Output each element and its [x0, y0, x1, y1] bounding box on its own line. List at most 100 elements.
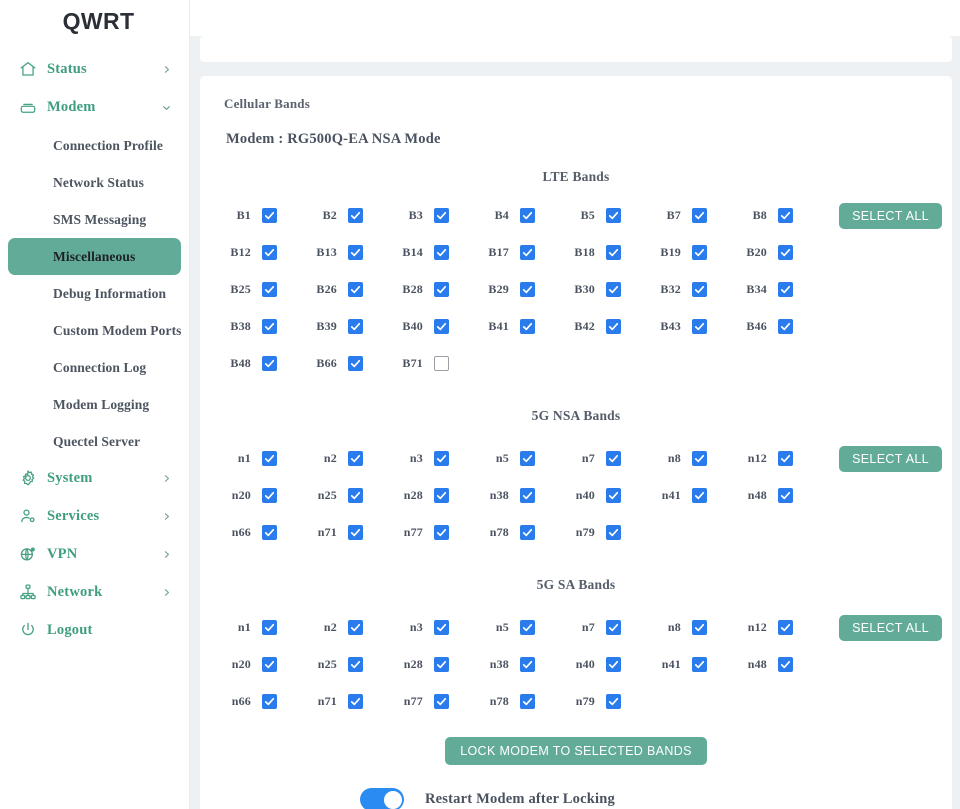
band-checkbox-B5[interactable]: [606, 208, 621, 223]
band-checkbox-B46[interactable]: [778, 319, 793, 334]
band-checkbox-n41[interactable]: [692, 657, 707, 672]
band-checkbox-B41[interactable]: [520, 319, 535, 334]
sidebar-item-modem[interactable]: Modem: [8, 89, 181, 125]
band-checkbox-B19[interactable]: [692, 245, 707, 260]
band-checkbox-n3[interactable]: [434, 451, 449, 466]
band-checkbox-n12[interactable]: [778, 451, 793, 466]
sidebar-subitem-custom-modem-ports[interactable]: Custom Modem Ports: [8, 312, 181, 349]
band-checkbox-B13[interactable]: [348, 245, 363, 260]
band-checkbox-n48[interactable]: [778, 488, 793, 503]
sidebar-subitem-connection-profile[interactable]: Connection Profile: [8, 127, 181, 164]
band-checkbox-B17[interactable]: [520, 245, 535, 260]
band-checkbox-n1[interactable]: [262, 451, 277, 466]
band-checkbox-n40[interactable]: [606, 488, 621, 503]
band-checkbox-B39[interactable]: [348, 319, 363, 334]
band-checkbox-B26[interactable]: [348, 282, 363, 297]
band-checkbox-B42[interactable]: [606, 319, 621, 334]
band-checkbox-B2[interactable]: [348, 208, 363, 223]
band-checkbox-n79[interactable]: [606, 525, 621, 540]
band-checkbox-n77[interactable]: [434, 525, 449, 540]
band-cell-n25: n25: [306, 488, 392, 503]
band-checkbox-B29[interactable]: [520, 282, 535, 297]
band-checkbox-B18[interactable]: [606, 245, 621, 260]
band-checkbox-B48[interactable]: [262, 356, 277, 371]
band-checkbox-B32[interactable]: [692, 282, 707, 297]
band-checkbox-n38[interactable]: [520, 488, 535, 503]
band-checkbox-n66[interactable]: [262, 525, 277, 540]
band-checkbox-n20[interactable]: [262, 657, 277, 672]
band-checkbox-B38[interactable]: [262, 319, 277, 334]
sidebar-subitem-debug-information[interactable]: Debug Information: [8, 275, 181, 312]
band-checkbox-n12[interactable]: [778, 620, 793, 635]
band-checkbox-n3[interactable]: [434, 620, 449, 635]
band-checkbox-n41[interactable]: [692, 488, 707, 503]
band-checkbox-n1[interactable]: [262, 620, 277, 635]
band-checkbox-n28[interactable]: [434, 657, 449, 672]
band-label: n71: [306, 694, 348, 709]
band-checkbox-n7[interactable]: [606, 620, 621, 635]
band-checkbox-B40[interactable]: [434, 319, 449, 334]
band-checkbox-B66[interactable]: [348, 356, 363, 371]
band-checkbox-B4[interactable]: [520, 208, 535, 223]
band-label: n7: [564, 620, 606, 635]
band-checkbox-n5[interactable]: [520, 620, 535, 635]
band-checkbox-n2[interactable]: [348, 451, 363, 466]
band-checkbox-B71[interactable]: [434, 356, 449, 371]
band-label: B7: [650, 208, 692, 223]
sidebar-subitem-network-status[interactable]: Network Status: [8, 164, 181, 201]
sidebar-item-network[interactable]: Network: [8, 574, 181, 610]
band-checkbox-B8[interactable]: [778, 208, 793, 223]
band-checkbox-n79[interactable]: [606, 694, 621, 709]
band-checkbox-B25[interactable]: [262, 282, 277, 297]
sidebar-item-vpn[interactable]: VPN: [8, 536, 181, 572]
band-checkbox-B43[interactable]: [692, 319, 707, 334]
band-checkbox-B14[interactable]: [434, 245, 449, 260]
sidebar-subitem-modem-logging[interactable]: Modem Logging: [8, 386, 181, 423]
band-checkbox-n7[interactable]: [606, 451, 621, 466]
band-checkbox-n2[interactable]: [348, 620, 363, 635]
top-strip: [190, 0, 960, 36]
restart-modem-after-locking-toggle[interactable]: [360, 788, 404, 809]
band-checkbox-n78[interactable]: [520, 694, 535, 709]
sidebar-item-system[interactable]: System: [8, 460, 181, 496]
band-checkbox-n71[interactable]: [348, 694, 363, 709]
sidebar-item-logout[interactable]: Logout: [8, 612, 181, 648]
band-checkbox-n25[interactable]: [348, 488, 363, 503]
lock-modem-to-selected-bands-button[interactable]: LOCK MODEM TO SELECTED BANDS: [445, 737, 707, 765]
band-checkbox-B30[interactable]: [606, 282, 621, 297]
band-checkbox-n28[interactable]: [434, 488, 449, 503]
band-checkbox-B1[interactable]: [262, 208, 277, 223]
band-label: n41: [650, 488, 692, 503]
sidebar-item-services[interactable]: Services: [8, 498, 181, 534]
band-checkbox-B34[interactable]: [778, 282, 793, 297]
select-all-button-5g-sa-bands[interactable]: SELECT ALL: [839, 615, 942, 641]
band-checkbox-n66[interactable]: [262, 694, 277, 709]
brand-name: QWRT: [63, 8, 135, 35]
band-checkbox-n71[interactable]: [348, 525, 363, 540]
band-checkbox-n25[interactable]: [348, 657, 363, 672]
sidebar-subitem-miscellaneous[interactable]: Miscellaneous: [8, 238, 181, 275]
band-checkbox-B3[interactable]: [434, 208, 449, 223]
band-checkbox-n5[interactable]: [520, 451, 535, 466]
band-checkbox-B28[interactable]: [434, 282, 449, 297]
select-all-button-lte-bands[interactable]: SELECT ALL: [839, 203, 942, 229]
band-checkbox-n77[interactable]: [434, 694, 449, 709]
sidebar-subitem-quectel-server[interactable]: Quectel Server: [8, 423, 181, 460]
sidebar-subitem-sms-messaging[interactable]: SMS Messaging: [8, 201, 181, 238]
band-checkbox-B20[interactable]: [778, 245, 793, 260]
sidebar-item-status[interactable]: Status: [8, 51, 181, 87]
band-checkbox-B7[interactable]: [692, 208, 707, 223]
band-checkbox-n8[interactable]: [692, 620, 707, 635]
band-label: n28: [392, 488, 434, 503]
band-cell-n25: n25: [306, 657, 392, 672]
band-checkbox-n78[interactable]: [520, 525, 535, 540]
band-checkbox-n8[interactable]: [692, 451, 707, 466]
band-checkbox-n40[interactable]: [606, 657, 621, 672]
band-checkbox-n38[interactable]: [520, 657, 535, 672]
band-cell-B43: B43: [650, 319, 736, 334]
select-all-button-5g-nsa-bands[interactable]: SELECT ALL: [839, 446, 942, 472]
band-checkbox-n20[interactable]: [262, 488, 277, 503]
band-checkbox-B12[interactable]: [262, 245, 277, 260]
band-checkbox-n48[interactable]: [778, 657, 793, 672]
sidebar-subitem-connection-log[interactable]: Connection Log: [8, 349, 181, 386]
